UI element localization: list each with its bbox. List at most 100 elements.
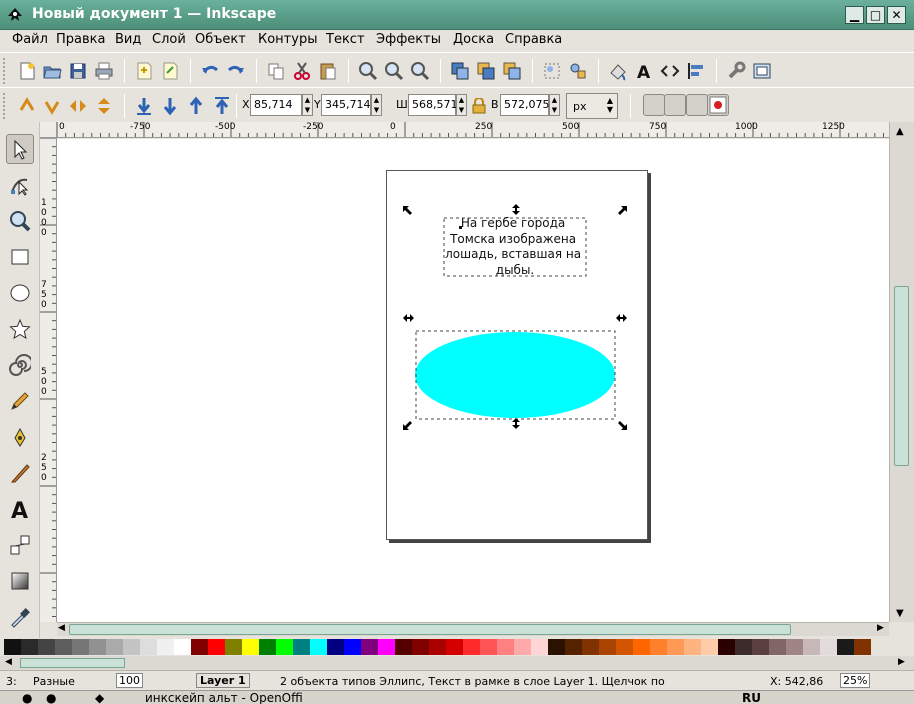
y-spinner[interactable]: ▲ ▼ xyxy=(371,94,382,116)
menu-layer[interactable]: Слой xyxy=(152,32,186,47)
clone-icon[interactable] xyxy=(476,61,496,81)
color-swatch[interactable] xyxy=(327,639,344,655)
inkscape-task-icon[interactable]: ◆ xyxy=(95,691,104,704)
color-swatch[interactable] xyxy=(650,639,667,655)
cut-icon[interactable] xyxy=(292,61,312,81)
node-tool[interactable] xyxy=(6,170,34,200)
duplicate-icon[interactable] xyxy=(450,61,470,81)
menu-object[interactable]: Объект xyxy=(195,32,246,47)
save-icon[interactable] xyxy=(68,61,88,81)
scroll-right-icon[interactable]: ▶ xyxy=(877,623,884,633)
fill-stroke-icon[interactable] xyxy=(608,61,628,81)
rotate-ccw-icon[interactable] xyxy=(17,96,37,116)
calligraphy-tool[interactable] xyxy=(6,458,34,488)
menu-effects[interactable]: Эффекты xyxy=(376,32,441,47)
horizontal-scroll-thumb[interactable] xyxy=(69,624,791,635)
copy-icon[interactable] xyxy=(266,61,286,81)
palette-scroll-left-icon[interactable]: ◀ xyxy=(5,657,12,667)
paste-icon[interactable] xyxy=(318,61,338,81)
xml-editor-icon[interactable] xyxy=(660,61,680,81)
scale-rounded-corners-toggle[interactable] xyxy=(664,94,686,116)
scale-handle-se[interactable] xyxy=(618,421,627,430)
color-swatch[interactable] xyxy=(259,639,276,655)
color-swatch[interactable] xyxy=(225,639,242,655)
color-swatch[interactable] xyxy=(480,639,497,655)
color-swatch[interactable] xyxy=(242,639,259,655)
color-swatch[interactable] xyxy=(191,639,208,655)
color-swatch[interactable] xyxy=(854,639,871,655)
keyboard-layout[interactable]: RU xyxy=(742,691,761,704)
color-swatch[interactable] xyxy=(667,639,684,655)
zoom-tool[interactable] xyxy=(6,206,34,236)
rotate-cw-icon[interactable] xyxy=(42,96,62,116)
transform-patterns-toggle[interactable] xyxy=(707,94,729,116)
raise-icon[interactable] xyxy=(186,96,206,116)
scale-handle-w[interactable] xyxy=(403,314,414,322)
height-input[interactable]: 572,075 xyxy=(500,94,550,116)
open-icon[interactable] xyxy=(42,61,62,81)
width-input[interactable]: 568,571 xyxy=(408,94,458,116)
color-swatch[interactable] xyxy=(803,639,820,655)
color-swatch[interactable] xyxy=(531,639,548,655)
preferences-icon[interactable] xyxy=(726,61,746,81)
color-swatch[interactable] xyxy=(395,639,412,655)
color-swatch[interactable] xyxy=(157,639,174,655)
color-swatch[interactable] xyxy=(599,639,616,655)
scale-handle-s[interactable] xyxy=(512,418,520,429)
horizontal-scrollbar[interactable]: ◀ ▶ xyxy=(57,622,889,636)
color-swatch[interactable] xyxy=(616,639,633,655)
color-swatch[interactable] xyxy=(565,639,582,655)
scale-stroke-toggle[interactable] xyxy=(643,94,665,116)
palette-scrollbar[interactable]: ◀ ▶ xyxy=(0,656,914,670)
color-swatch[interactable] xyxy=(361,639,378,655)
color-swatch[interactable] xyxy=(89,639,106,655)
menu-whiteboard[interactable]: Доска xyxy=(453,32,494,47)
height-spinner[interactable]: ▲ ▼ xyxy=(549,94,560,116)
flowed-text[interactable]: На гербе города Томска изображена лошадь… xyxy=(445,216,585,277)
toolbar-grip[interactable] xyxy=(3,93,7,119)
gradient-tool[interactable] xyxy=(6,566,34,596)
color-swatch[interactable] xyxy=(735,639,752,655)
color-swatch[interactable] xyxy=(514,639,531,655)
maximize-button[interactable]: □ xyxy=(866,6,885,24)
raise-to-top-icon[interactable] xyxy=(212,96,232,116)
color-swatch[interactable] xyxy=(701,639,718,655)
lock-proportions-icon[interactable] xyxy=(472,98,486,114)
color-swatch[interactable] xyxy=(344,639,361,655)
close-button[interactable]: ✕ xyxy=(887,6,906,24)
pen-tool[interactable] xyxy=(6,422,34,452)
vertical-scroll-thumb[interactable] xyxy=(894,286,909,466)
unlink-clone-icon[interactable] xyxy=(502,61,522,81)
color-swatch[interactable] xyxy=(412,639,429,655)
scale-handle-sw[interactable] xyxy=(403,421,412,430)
color-swatch[interactable] xyxy=(548,639,565,655)
toolbar-grip[interactable] xyxy=(3,58,7,84)
color-swatch[interactable] xyxy=(106,639,123,655)
lower-to-bottom-icon[interactable] xyxy=(134,96,154,116)
width-spinner[interactable]: ▲ ▼ xyxy=(456,94,467,116)
flip-vertical-icon[interactable] xyxy=(94,96,114,116)
connector-tool[interactable] xyxy=(6,530,34,560)
y-input[interactable]: 345,714 xyxy=(321,94,371,116)
layer-selector[interactable]: Layer 1 xyxy=(196,673,250,688)
group-icon[interactable] xyxy=(542,61,562,81)
app-launcher-icon[interactable]: ● xyxy=(46,691,56,704)
lower-icon[interactable] xyxy=(160,96,180,116)
scale-handle-ne[interactable] xyxy=(618,206,627,215)
zoom-page-icon[interactable] xyxy=(410,61,430,81)
scroll-left-icon[interactable]: ◀ xyxy=(58,623,65,633)
color-swatch[interactable] xyxy=(72,639,89,655)
opacity-input[interactable]: 100 xyxy=(116,673,143,688)
pencil-tool[interactable] xyxy=(6,386,34,416)
transform-gradients-toggle[interactable] xyxy=(686,94,708,116)
ellipse-shape[interactable] xyxy=(415,332,615,418)
color-swatch[interactable] xyxy=(140,639,157,655)
import-icon[interactable] xyxy=(134,61,154,81)
color-swatch[interactable] xyxy=(174,639,191,655)
print-icon[interactable] xyxy=(94,61,114,81)
redo-icon[interactable] xyxy=(226,61,246,81)
scale-handle-nw[interactable] xyxy=(403,206,412,215)
scale-handle-n[interactable] xyxy=(512,204,520,215)
color-swatch[interactable] xyxy=(55,639,72,655)
horizontal-ruler[interactable]: 0 -750 -500 -250 0 250 500 750 1000 1250 xyxy=(57,122,889,138)
